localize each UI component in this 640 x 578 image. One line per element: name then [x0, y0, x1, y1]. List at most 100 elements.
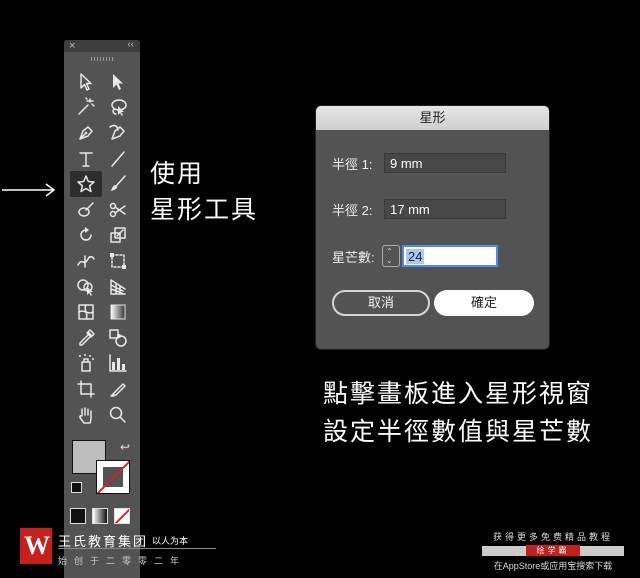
- hand-icon: [79, 406, 92, 424]
- tool-caption-line2: 星形工具: [150, 196, 259, 224]
- perspective-grid-icon: [110, 278, 126, 295]
- radius1-field[interactable]: 9 mm: [384, 153, 506, 173]
- free-transform-tool[interactable]: [102, 248, 134, 274]
- scissors-icon: [109, 202, 126, 218]
- direct-selection-tool[interactable]: [102, 69, 134, 95]
- blend-tool[interactable]: [102, 325, 134, 351]
- fill-stroke-area: ↩: [70, 440, 134, 500]
- type-t-icon: [79, 151, 93, 167]
- panel-grip-handle[interactable]: [91, 57, 113, 61]
- chevron-down-icon[interactable]: ⌄: [386, 257, 393, 265]
- paintbrush-tool[interactable]: [102, 171, 134, 197]
- chevron-up-icon[interactable]: ⌃: [386, 248, 393, 256]
- free-transform-icon: [110, 252, 126, 269]
- selection-arrow-icon: [80, 73, 92, 91]
- caption-line2: 設定半徑數值與星芒數: [323, 418, 594, 446]
- lasso-icon: [111, 99, 127, 117]
- mesh-icon: [78, 304, 94, 320]
- promo-badge-text: 绘学霸: [526, 545, 580, 556]
- perspective-grid-tool[interactable]: [102, 274, 134, 300]
- direct-selection-arrow-icon: [113, 73, 123, 90]
- slice-tool[interactable]: [102, 376, 134, 402]
- type-tool[interactable]: [70, 146, 102, 172]
- brand-subtitle: 始创于二零零二年: [58, 556, 187, 566]
- line-segment-tool[interactable]: [102, 146, 134, 172]
- points-label: 星芒數:: [332, 249, 375, 265]
- radius2-label: 半徑 2:: [332, 202, 373, 218]
- line-icon: [111, 150, 125, 167]
- zoom-tool[interactable]: [102, 402, 134, 428]
- blob-brush-icon: [78, 202, 94, 217]
- pen-tool[interactable]: [70, 120, 102, 146]
- brand-slogan: 以人为本: [152, 536, 189, 546]
- slice-icon: [110, 383, 126, 397]
- shape-builder-icon: [77, 278, 93, 296]
- blob-brush-tool[interactable]: [70, 197, 102, 223]
- radius2-field[interactable]: 17 mm: [384, 199, 506, 219]
- promo-badge: 绘学霸: [482, 545, 624, 556]
- radius1-label: 半徑 1:: [332, 156, 373, 172]
- right-arrow-icon: [2, 183, 56, 197]
- points-stepper[interactable]: ⌃ ⌄: [382, 245, 400, 267]
- column-graph-tool[interactable]: [102, 351, 134, 377]
- magic-wand-icon: [78, 97, 95, 116]
- color-mode-button[interactable]: [70, 508, 86, 524]
- promo-bottom-text: 在AppStore或应用宝搜索下载: [493, 561, 613, 571]
- none-mode-button[interactable]: [114, 508, 130, 524]
- gradient-icon: [110, 304, 126, 320]
- paintbrush-icon: [111, 175, 126, 192]
- default-fill-stroke-icon[interactable]: [71, 482, 82, 493]
- pen-icon: [79, 126, 93, 140]
- gradient-tool[interactable]: [102, 299, 134, 325]
- brand-divider: [58, 548, 216, 549]
- star-tool[interactable]: [70, 171, 102, 197]
- cancel-button[interactable]: 取消: [332, 290, 430, 316]
- promo-block: 获得更多免费精品教程 绘学霸 在AppStore或应用宝搜索下载: [478, 530, 628, 572]
- scale-tool[interactable]: [102, 223, 134, 249]
- eyedropper-tool[interactable]: [70, 325, 102, 351]
- tools-panel: × ‹‹ ↩: [64, 39, 140, 578]
- star-icon: [77, 175, 95, 193]
- artboard-tool[interactable]: [70, 376, 102, 402]
- symbol-sprayer-tool[interactable]: [70, 351, 102, 377]
- panel-title-bar[interactable]: × ‹‹: [64, 39, 140, 52]
- collapse-panel-button[interactable]: ‹‹: [127, 39, 134, 51]
- swap-fill-stroke-icon[interactable]: ↩: [120, 440, 130, 454]
- selection-tool[interactable]: [70, 69, 102, 95]
- width-tool[interactable]: [70, 248, 102, 274]
- zoom-icon: [109, 406, 126, 423]
- hand-tool[interactable]: [70, 402, 102, 428]
- eyedropper-icon: [79, 328, 95, 346]
- tool-grid: [70, 69, 140, 427]
- gradient-mode-button[interactable]: [92, 508, 108, 524]
- points-row: 星芒數: ⌃ ⌄ 24: [332, 245, 498, 267]
- brand-block: 王氏教育集团 以人为本 始创于二零零二年: [20, 528, 216, 574]
- star-dialog: 星形 半徑 1: 9 mm 半徑 2: 17 mm 星芒數: ⌃ ⌄ 24 取消…: [316, 106, 549, 349]
- radius2-row: 半徑 2: 17 mm: [332, 199, 506, 219]
- curvature-tool[interactable]: [102, 120, 134, 146]
- color-mode-row: [70, 508, 130, 524]
- rotate-tool[interactable]: [70, 223, 102, 249]
- blend-icon: [109, 328, 127, 347]
- points-field[interactable]: 24: [402, 245, 498, 267]
- width-icon: [77, 255, 95, 268]
- points-value: 24: [406, 248, 425, 264]
- brand-logo: [20, 528, 52, 564]
- dialog-title[interactable]: 星形: [316, 106, 549, 130]
- stroke-swatch[interactable]: [96, 460, 130, 494]
- artboard-icon: [77, 380, 95, 398]
- radius1-row: 半徑 1: 9 mm: [332, 153, 506, 173]
- close-panel-button[interactable]: ×: [69, 40, 75, 52]
- curvature-pen-icon: [109, 124, 125, 140]
- tool-caption-line1: 使用: [150, 160, 205, 188]
- magic-wand-tool[interactable]: [70, 95, 102, 121]
- scissors-tool[interactable]: [102, 197, 134, 223]
- ok-button[interactable]: 確定: [434, 290, 534, 316]
- caption-line1: 點擊畫板進入星形視窗: [323, 380, 594, 408]
- promo-top-text: 获得更多免费精品教程: [492, 532, 613, 542]
- shape-builder-tool[interactable]: [70, 274, 102, 300]
- lasso-tool[interactable]: [102, 95, 134, 121]
- rotate-icon: [80, 227, 92, 242]
- scale-icon: [110, 227, 126, 244]
- mesh-tool[interactable]: [70, 299, 102, 325]
